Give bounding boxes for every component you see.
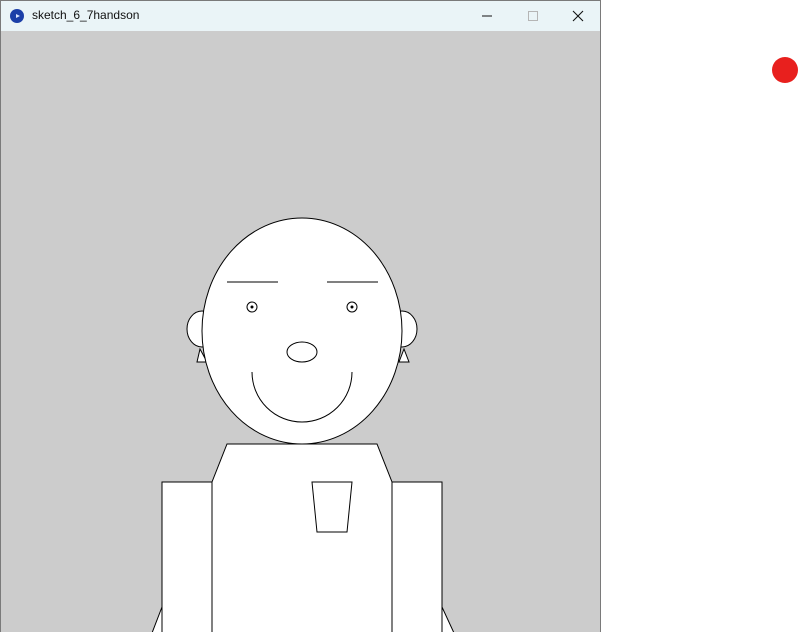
torso (211, 443, 393, 632)
close-icon (572, 10, 584, 22)
robot-drawing (151, 217, 455, 632)
window-title: sketch_6_7handson (32, 8, 140, 22)
maximize-icon (528, 11, 538, 21)
left-arm (161, 481, 213, 632)
head (201, 217, 403, 445)
nose (286, 341, 318, 363)
processing-app-icon (10, 9, 24, 23)
maximize-button[interactable] (510, 1, 556, 31)
minimize-icon (482, 15, 492, 17)
right-pupil (350, 305, 354, 309)
sketch-window: sketch_6_7handson (0, 0, 601, 632)
sketch-canvas[interactable] (1, 31, 600, 632)
close-button[interactable] (555, 1, 600, 31)
right-arm (391, 481, 443, 632)
minimize-button[interactable] (464, 1, 510, 31)
left-pupil (250, 305, 254, 309)
desktop: sketch_6_7handson (0, 0, 798, 632)
title-bar[interactable]: sketch_6_7handson (1, 1, 600, 31)
tie (311, 481, 353, 533)
red-dot-indicator (772, 57, 798, 83)
